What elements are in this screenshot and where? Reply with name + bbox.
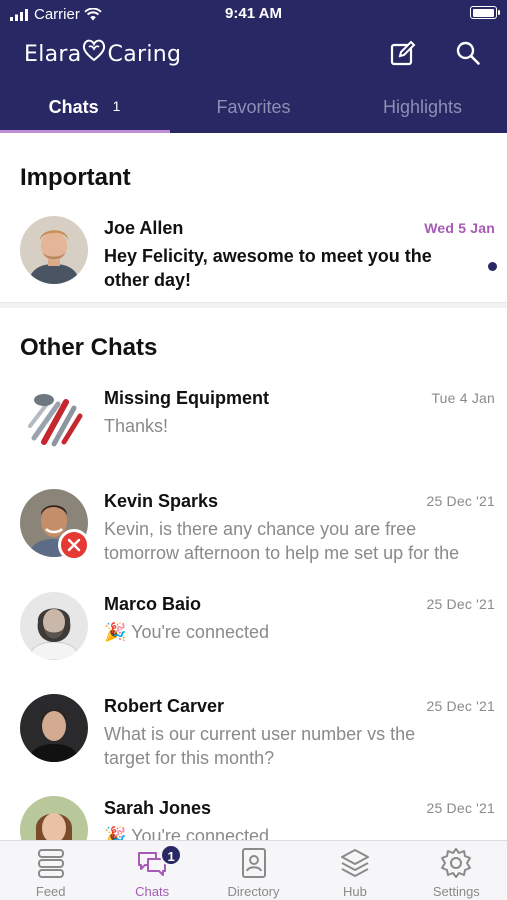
settings-icon	[441, 848, 472, 878]
avatar	[20, 592, 88, 660]
nav-hub[interactable]: Hub	[304, 841, 405, 900]
tab-highlights-label: Highlights	[382, 97, 463, 117]
avatar	[20, 216, 88, 284]
chat-row-joe-allen[interactable]: Joe Allen Wed 5 Jan Hey Felicity, awesom…	[0, 216, 507, 316]
app-logo: Elara Caring	[24, 36, 181, 72]
nav-settings[interactable]: Settings	[406, 841, 507, 900]
chat-name: Sarah Jones	[104, 798, 212, 818]
compose-icon[interactable]	[390, 40, 416, 66]
other-chats-section-title: Other Chats	[20, 334, 158, 361]
chat-name: Kevin Sparks	[104, 491, 219, 511]
tab-favorites-label: Favorites	[216, 97, 291, 117]
chat-preview: Hey Felicity, awesome to meet you the ot…	[104, 246, 432, 290]
nav-directory-label: Directory	[227, 884, 280, 899]
logo-text-left: Elara	[24, 41, 82, 67]
chat-row-robert-carver[interactable]: Robert Carver 25 Dec '21 What is our cur…	[0, 694, 507, 794]
nav-feed[interactable]: Feed	[0, 841, 101, 900]
search-icon[interactable]	[455, 40, 481, 66]
feed-icon	[37, 849, 64, 878]
send-failed-icon[interactable]	[58, 529, 90, 561]
hub-icon	[340, 849, 369, 877]
directory-icon	[241, 848, 266, 878]
tab-favorites[interactable]: Favorites	[169, 82, 338, 133]
app-header: Carrier 9:41 AM Elara Caring Chats 1 Fav…	[0, 0, 507, 133]
battery-icon	[470, 6, 500, 19]
chat-name: Marco Baio	[104, 594, 202, 614]
chat-date: 25 Dec '21	[426, 596, 495, 612]
chat-row-missing-equipment[interactable]: Missing Equipment Tue 4 Jan Thanks!	[0, 386, 507, 486]
tab-chats[interactable]: Chats 1	[0, 82, 169, 133]
important-section-title: Important	[20, 164, 131, 191]
chat-name: Joe Allen	[104, 218, 184, 238]
nav-feed-label: Feed	[35, 884, 66, 899]
nav-chats-label: Chats	[135, 884, 170, 899]
chat-preview: Thanks!	[104, 416, 169, 436]
tab-highlights[interactable]: Highlights	[338, 82, 507, 133]
chat-preview: What is our current user number vs the t…	[104, 724, 416, 768]
nav-hub-label: Hub	[342, 884, 367, 899]
chat-tabs: Chats 1 Favorites Highlights	[0, 82, 507, 133]
chat-name: Robert Carver	[104, 696, 225, 716]
tab-chats-label: Chats	[48, 97, 99, 117]
nav-settings-label: Settings	[432, 884, 480, 899]
chat-name: Missing Equipment	[104, 388, 270, 408]
chat-preview-text: You're connected	[131, 622, 269, 642]
chat-row-marco-baio[interactable]: Marco Baio 25 Dec '21 🎉 You're connected	[0, 592, 507, 692]
chat-date: Tue 4 Jan	[431, 390, 495, 406]
avatar	[20, 694, 88, 762]
chat-preview: 🎉 You're connected	[104, 620, 464, 668]
chat-date: 25 Dec '21	[426, 493, 495, 509]
chat-date: 25 Dec '21	[426, 698, 495, 714]
status-bar: Carrier 9:41 AM	[0, 0, 507, 28]
heart-logo-icon	[82, 39, 105, 62]
avatar	[20, 386, 88, 454]
tab-chats-count: 1	[112, 98, 121, 114]
chats-badge: 1	[160, 844, 183, 866]
nav-chats[interactable]: 1 Chats	[101, 841, 202, 900]
section-divider	[0, 302, 507, 308]
unread-indicator	[488, 262, 497, 271]
chat-date: Wed 5 Jan	[424, 220, 495, 236]
chat-date: 25 Dec '21	[426, 800, 495, 816]
party-popper-icon: 🎉	[104, 622, 127, 642]
logo-text-right: Caring	[107, 41, 182, 67]
chat-row-kevin-sparks[interactable]: Kevin Sparks 25 Dec '21 Kevin, is there …	[0, 489, 507, 589]
active-tab-indicator	[0, 130, 170, 133]
chat-preview: Kevin, is there any chance you are free …	[104, 519, 460, 563]
bottom-tab-bar: Feed 1 Chats Directory Hub Settings	[0, 840, 507, 900]
nav-directory[interactable]: Directory	[203, 841, 304, 900]
status-time: 9:41 AM	[225, 5, 282, 22]
